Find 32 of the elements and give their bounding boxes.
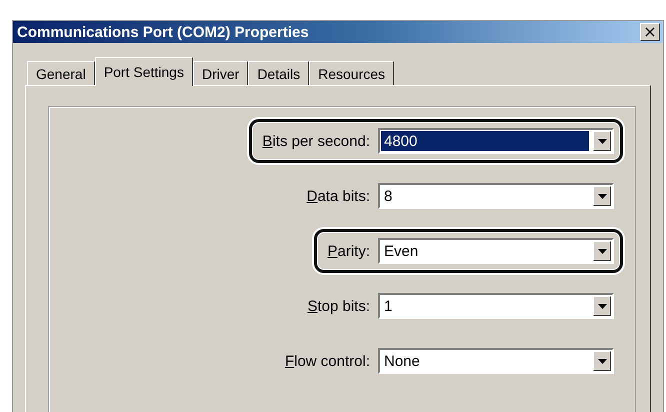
dropdown-field[interactable]: Even	[378, 238, 614, 264]
tab[interactable]: Details	[248, 61, 310, 85]
close-button[interactable]: ×	[640, 23, 660, 41]
caret-icon	[598, 248, 606, 254]
dropdown-field[interactable]: None	[378, 348, 614, 374]
dropdown-arrow-button[interactable]	[593, 351, 611, 371]
dropdown-value: 1	[383, 296, 394, 316]
dropdown-arrow-button[interactable]	[593, 241, 611, 261]
field-label: Parity:	[327, 242, 370, 260]
caret-icon	[598, 138, 606, 144]
dropdown-value: None	[383, 352, 421, 371]
dropdown-value: 4800	[381, 131, 589, 151]
dropdown-field[interactable]: 8	[378, 183, 614, 209]
tab[interactable]: Port Settings	[94, 57, 193, 86]
window-title: Communications Port (COM2) Properties	[17, 24, 309, 40]
tab[interactable]: General	[27, 61, 95, 85]
dropdown-field[interactable]: 4800	[378, 128, 614, 154]
field-label: Data bits:	[306, 188, 370, 204]
tab[interactable]: Driver	[192, 61, 248, 85]
field-label: Bits per second:	[262, 132, 370, 150]
dropdown-value: 8	[383, 186, 394, 206]
caret-icon	[598, 194, 606, 198]
caret-icon	[598, 304, 606, 308]
dropdown-arrow-button[interactable]	[593, 186, 611, 206]
dropdown-arrow-button[interactable]	[593, 296, 611, 316]
dropdown-field[interactable]: 1	[378, 293, 614, 319]
field-label: Flow control:	[284, 352, 370, 370]
tab[interactable]: Resources	[309, 61, 394, 85]
dropdown-value: Even	[383, 242, 420, 261]
field-label: Stop bits:	[307, 298, 370, 314]
caret-icon	[598, 358, 606, 364]
dropdown-arrow-button[interactable]	[593, 131, 611, 151]
